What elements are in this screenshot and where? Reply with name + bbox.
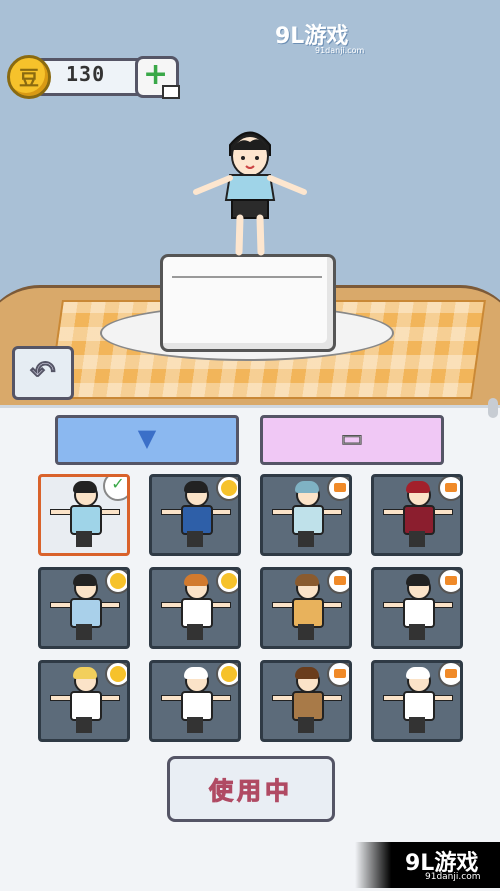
coin-price-icon	[216, 477, 238, 501]
video-unlock-icon	[327, 477, 349, 501]
coin-count: 130	[66, 62, 106, 86]
avatar-hair	[73, 667, 97, 679]
character-shorts	[231, 199, 269, 219]
costume-avatar	[161, 574, 231, 642]
coin-symbol: 豆	[19, 66, 39, 90]
character-legs	[235, 214, 265, 256]
costume-avatar	[272, 574, 342, 642]
avatar-legs	[298, 624, 314, 640]
back-button[interactable]: ↶	[12, 346, 74, 400]
avatar-legs	[298, 717, 314, 733]
site-logo: 9L游戏 91danji.com	[275, 18, 364, 55]
avatar-legs	[76, 624, 92, 640]
video-unlock-icon	[327, 570, 349, 594]
tab-pedestal[interactable]: ▭	[260, 415, 444, 465]
costume-avatar	[272, 667, 342, 735]
avatar-hair	[406, 481, 430, 493]
costume-avatar	[50, 667, 120, 735]
tab-clothes[interactable]: ▼	[55, 415, 239, 465]
avatar-hair	[184, 574, 208, 586]
back-arrow-icon: ↶	[29, 354, 56, 391]
avatar-legs	[187, 624, 203, 640]
costume-card[interactable]	[38, 567, 130, 649]
avatar-hair	[295, 574, 319, 586]
avatar-legs	[76, 717, 92, 733]
check-icon: ✓	[103, 477, 127, 501]
costume-avatar	[50, 481, 120, 549]
costume-avatar	[161, 481, 231, 549]
costume-avatar	[272, 481, 342, 549]
video-unlock-icon	[438, 477, 460, 501]
avatar-hair	[406, 574, 430, 586]
avatar-legs	[409, 624, 425, 640]
costume-avatar	[383, 481, 453, 549]
costume-card[interactable]	[371, 660, 463, 742]
in-use-label: 使用中	[209, 777, 293, 806]
costume-card[interactable]	[149, 474, 241, 556]
avatar-hair	[406, 667, 430, 679]
video-unlock-icon	[438, 663, 460, 687]
avatar-legs	[76, 531, 92, 547]
costume-card[interactable]	[260, 660, 352, 742]
avatar-legs	[298, 531, 314, 547]
coin-price-icon	[105, 663, 127, 687]
costume-card[interactable]	[371, 567, 463, 649]
avatar-hair	[73, 574, 97, 586]
character-preview	[193, 131, 307, 256]
in-use-button[interactable]: 使用中	[167, 756, 335, 822]
costume-card[interactable]	[149, 660, 241, 742]
avatar-hair	[295, 481, 319, 493]
costume-avatar	[50, 574, 120, 642]
avatar-legs	[187, 717, 203, 733]
costume-card[interactable]: ✓	[38, 474, 130, 556]
avatar-legs	[187, 531, 203, 547]
avatar-hair	[184, 667, 208, 679]
tofu-block-icon: ▭	[340, 424, 364, 453]
avatar-hair	[295, 667, 319, 679]
video-ad-icon	[162, 85, 180, 99]
costume-card[interactable]	[38, 660, 130, 742]
dressing-stage: 9L游戏 91danji.com 豆 130 + ↶	[0, 0, 500, 410]
watermark-subtext: 91danji.com	[425, 872, 481, 882]
coin-price-icon	[105, 570, 127, 594]
coin-price-icon	[216, 663, 238, 687]
costume-card[interactable]	[149, 567, 241, 649]
costume-card[interactable]	[371, 474, 463, 556]
avatar-hair	[184, 481, 208, 493]
edge-handle	[488, 398, 498, 418]
costume-avatar	[161, 667, 231, 735]
coin-icon: 豆	[7, 55, 51, 99]
costume-avatar	[383, 574, 453, 642]
add-coins-button[interactable]: +	[135, 56, 180, 99]
coin-price-icon	[216, 570, 238, 594]
costume-card[interactable]	[260, 474, 352, 556]
avatar-hair	[73, 481, 97, 493]
avatar-legs	[409, 531, 425, 547]
logo-subtext: 91danji.com	[315, 46, 365, 55]
tie-icon: ▼	[137, 424, 157, 452]
watermark: 9L游戏 91danji.com	[355, 842, 500, 888]
costume-avatar	[383, 667, 453, 735]
avatar-legs	[409, 717, 425, 733]
character-shirt	[224, 174, 276, 201]
video-unlock-icon	[438, 570, 460, 594]
video-unlock-icon	[327, 663, 349, 687]
costume-card[interactable]	[260, 567, 352, 649]
